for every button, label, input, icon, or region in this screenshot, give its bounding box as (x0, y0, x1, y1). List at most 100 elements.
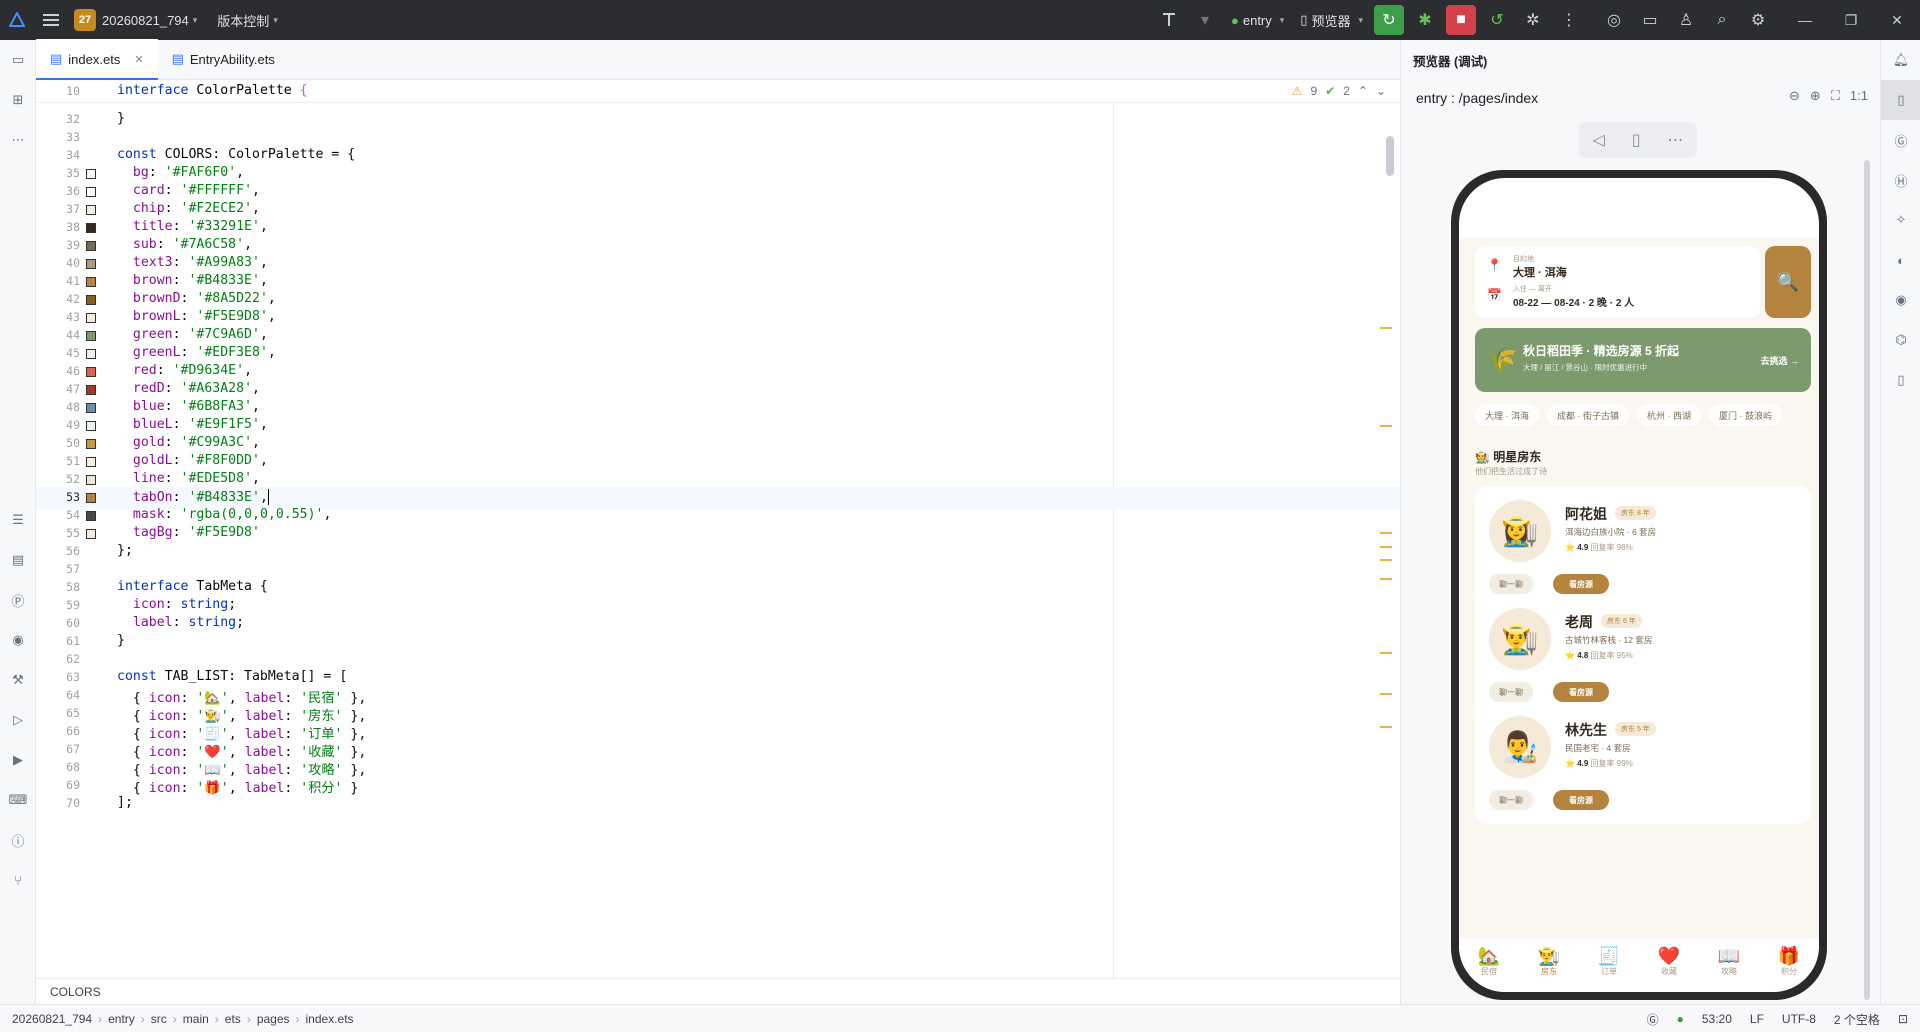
color-swatch-icon[interactable] (86, 331, 96, 341)
deploy-icon[interactable]: ▶ (0, 740, 36, 780)
code-line[interactable]: brownD: '#8A5D22', (117, 291, 276, 306)
warning-marker[interactable] (1380, 652, 1392, 654)
chip[interactable]: 成都 · 街子古镇 (1547, 404, 1629, 426)
date-value[interactable]: 08-22 — 08-24 · 2 晚 · 2 人 (1513, 294, 1634, 309)
restore-button[interactable]: ❐ (1828, 0, 1874, 40)
tab-entryability-ets[interactable]: ▤ EntryAbility.ets (158, 39, 289, 79)
code-line[interactable]: green: '#7C9A6D', (117, 327, 268, 342)
color-swatch-icon[interactable] (86, 367, 96, 377)
build-icon[interactable]: ⚒ (0, 660, 36, 700)
color-swatch-icon[interactable] (86, 493, 96, 503)
chevron-down-icon[interactable]: ⌄ (1376, 84, 1386, 98)
more-actions-icon[interactable]: ⋮ (1554, 5, 1584, 35)
color-swatch-icon[interactable] (86, 385, 96, 395)
code-line[interactable]: { icon: '🎁', label: '积分' } (117, 777, 359, 796)
tab-index-ets[interactable]: ▤ index.ets ✕ (36, 39, 158, 80)
minimize-button[interactable]: — (1782, 0, 1828, 40)
settings-gear-icon[interactable]: ⚙ (1743, 5, 1773, 35)
banner-action[interactable]: 去挑选 → (1760, 354, 1799, 367)
back-icon[interactable]: ◁ (1592, 130, 1604, 150)
code-line[interactable]: tabOn: '#B4833E', (117, 489, 269, 505)
color-swatch-icon[interactable] (86, 187, 96, 197)
database-icon[interactable]: ▤ (0, 540, 36, 580)
code-editor[interactable]: 32} 33 34 const COLORS: ColorPalette = {35 … (36, 81, 1400, 978)
structure-icon[interactable]: ⊞ (0, 80, 36, 120)
breadcrumb-item[interactable]: 20260821_794 (12, 1012, 92, 1026)
view-listings-button[interactable]: 看房源 (1553, 682, 1609, 702)
code-line[interactable]: const COLORS: ColorPalette = { (117, 147, 355, 162)
search-icon[interactable]: ⌕ (1707, 5, 1737, 35)
code-line[interactable]: interface TabMeta { (117, 579, 268, 594)
vcs-menu[interactable]: 版本控制 (217, 11, 269, 30)
line-separator[interactable]: LF (1750, 1012, 1764, 1026)
module-select[interactable]: ● entry ▾ (1231, 13, 1284, 28)
code-line[interactable]: brown: '#B4833E', (117, 273, 268, 288)
code-line[interactable]: red: '#D9634E', (117, 363, 252, 378)
color-swatch-icon[interactable] (86, 475, 96, 485)
code-line[interactable]: } (117, 111, 125, 126)
sticky-scope-header[interactable]: 10 interface ColorPalette { ⚠ 9 ✔ 2 ⌃ ⌄ (36, 81, 1400, 103)
rotate-icon[interactable]: ▯ (1632, 130, 1641, 150)
code-line[interactable]: blueL: '#E9F1F5', (117, 417, 268, 432)
harmony-icon[interactable]: Ⓗ (1881, 160, 1920, 200)
chip[interactable]: 厦门 · 鼓浪屿 (1709, 404, 1782, 426)
color-swatch-icon[interactable] (86, 259, 96, 269)
tab-guides[interactable]: 📖 攻略 (1704, 946, 1754, 977)
close-tab-icon[interactable]: ✕ (134, 53, 143, 66)
warning-marker[interactable] (1380, 327, 1392, 329)
project-folder-icon[interactable]: ▭ (0, 40, 36, 80)
color-swatch-icon[interactable] (86, 313, 96, 323)
run-reload-button[interactable]: ↻ (1374, 5, 1404, 35)
file-encoding[interactable]: UTF-8 (1782, 1012, 1816, 1026)
warning-marker[interactable] (1380, 726, 1392, 728)
color-swatch-icon[interactable] (86, 205, 96, 215)
warning-marker[interactable] (1380, 546, 1392, 548)
phone-screen[interactable]: 📍 目的地 大理 · 洱海 📅 入住 — 离开 08-22 — 08-24 · … (1459, 178, 1819, 992)
project-name[interactable]: 20260821_794 (102, 13, 189, 28)
inspector-icon[interactable]: ◉ (0, 620, 36, 660)
breadcrumb-item[interactable]: pages (257, 1012, 290, 1026)
code-line[interactable]: ]; (117, 795, 133, 810)
chevron-up-icon[interactable]: ⌃ (1358, 84, 1368, 98)
debug-bug-icon[interactable]: ✱ (1410, 5, 1440, 35)
view-listings-button[interactable]: 看房源 (1553, 574, 1609, 594)
code-line[interactable]: goldL: '#F8F0DD', (117, 453, 268, 468)
tab-hosts[interactable]: 👨‍🌾 房东 (1524, 946, 1574, 977)
host-card[interactable]: 👩‍🌾 阿花姐 房东 8 年 洱海边白族小院 · 6 套房 ⭐ 4.9 回复率 … (1475, 486, 1811, 608)
zoom-out-icon[interactable]: ⊖ (1789, 88, 1800, 104)
color-swatch-icon[interactable] (86, 403, 96, 413)
device-icon[interactable]: ▯ (1881, 360, 1920, 400)
color-swatch-icon[interactable] (86, 511, 96, 521)
restart-icon[interactable]: ↺ (1482, 5, 1512, 35)
profiler-icon[interactable]: ✲ (1518, 5, 1548, 35)
main-menu-icon[interactable] (34, 0, 68, 40)
hammer-icon[interactable]: ▾ (1190, 5, 1220, 35)
code-line[interactable]: title: '#33291E', (117, 219, 268, 234)
code-line[interactable]: redD: '#A63A28', (117, 381, 260, 396)
preview-scrollbar[interactable] (1864, 160, 1870, 1000)
code-line[interactable]: blue: '#6B8FA3', (117, 399, 260, 414)
app-logo-icon[interactable] (0, 0, 34, 40)
more-tools-icon[interactable]: ⋯ (0, 120, 36, 160)
chat-button[interactable]: 聊一聊 (1489, 574, 1533, 594)
code-line[interactable]: tagBg: '#F5E9D8' (117, 525, 260, 540)
code-line[interactable]: } (117, 633, 125, 648)
color-swatch-icon[interactable] (86, 241, 96, 251)
close-window-button[interactable]: ✕ (1874, 0, 1920, 40)
breadcrumb-item[interactable]: ets (225, 1012, 241, 1026)
chip[interactable]: 杭州 · 西湖 (1637, 404, 1701, 426)
code-line[interactable]: { icon: '👨‍🌾', label: '房东' }, (117, 705, 366, 724)
account-icon[interactable]: ♙ (1671, 5, 1701, 35)
ai-assistant-icon[interactable]: ◐ (1881, 240, 1920, 280)
host-card[interactable]: 👨‍🌾 老周 房东 6 年 古城竹林客栈 · 12 套房 ⭐ 4.8 回复率 9… (1475, 594, 1811, 716)
code-line[interactable]: greenL: '#EDF3E8', (117, 345, 276, 360)
indent-setting[interactable]: 2 个空格 (1834, 1011, 1880, 1028)
promo-banner[interactable]: 🌾 秋日稻田季 · 精选房源 5 折起 大理 / 丽江 / 景谷山 · 限时优惠… (1475, 328, 1811, 392)
previewer-tool-icon[interactable]: ▯ (1881, 80, 1920, 120)
code-line[interactable]: line: '#EDE5D8', (117, 471, 260, 486)
view-listings-button[interactable]: 看房源 (1553, 790, 1609, 810)
todo-icon[interactable]: ☰ (0, 500, 36, 540)
code-line[interactable]: { icon: '📖', label: '攻略' }, (117, 759, 366, 778)
tab-homestay[interactable]: 🏡 民宿 (1464, 946, 1514, 977)
codegenie-status-icon[interactable]: Ⓖ (1647, 1011, 1659, 1028)
